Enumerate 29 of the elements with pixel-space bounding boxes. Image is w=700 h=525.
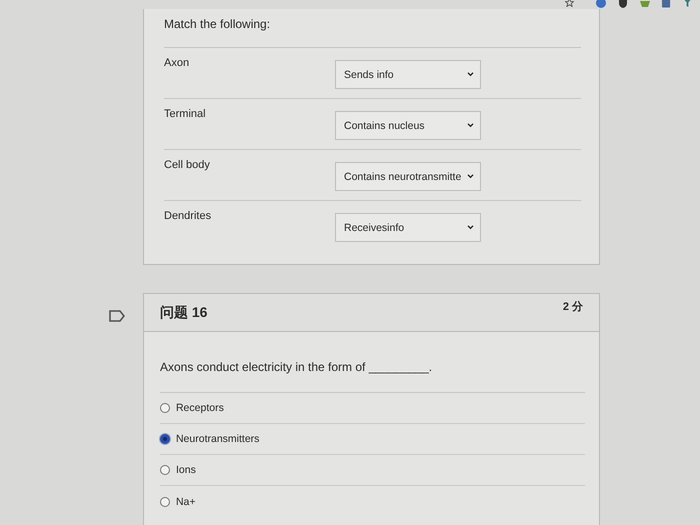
answer-dropdown[interactable]: Contains neurotransmitte — [335, 162, 481, 191]
chevron-down-icon — [467, 123, 474, 128]
option-label[interactable]: Na+ — [176, 496, 196, 508]
match-term: Dendrites — [164, 210, 212, 222]
radio-button[interactable] — [160, 403, 170, 413]
option-label[interactable]: Receptors — [176, 402, 224, 414]
answer-dropdown[interactable]: Receivesinfo — [335, 213, 481, 242]
question-points: 2 分 — [562, 300, 583, 314]
match-term: Terminal — [164, 108, 206, 120]
question-text: Axons conduct electricity in the form of _________. — [160, 332, 585, 393]
filter-icon[interactable] — [683, 0, 692, 7]
shield-icon[interactable] — [618, 0, 628, 8]
bookmark-icon[interactable] — [109, 310, 125, 322]
radio-button[interactable] — [160, 496, 170, 506]
basket-icon[interactable] — [640, 0, 650, 8]
match-term: Cell body — [164, 159, 210, 171]
chevron-down-icon — [467, 174, 474, 179]
chevron-down-icon — [467, 225, 474, 230]
chevron-down-icon — [467, 72, 474, 77]
answer-dropdown[interactable]: Contains nucleus — [335, 111, 481, 140]
radio-button[interactable] — [160, 465, 170, 475]
option-label[interactable]: Ions — [176, 464, 196, 476]
match-prompt: Match the following: — [164, 9, 581, 48]
answer-dropdown[interactable]: Sends info — [335, 60, 481, 89]
option-label[interactable]: Neurotransmitters — [176, 433, 260, 445]
question-title: 问题 16 — [160, 304, 208, 322]
star-icon[interactable] — [565, 0, 574, 7]
match-term: Axon — [164, 57, 190, 69]
radio-button[interactable] — [160, 434, 170, 444]
